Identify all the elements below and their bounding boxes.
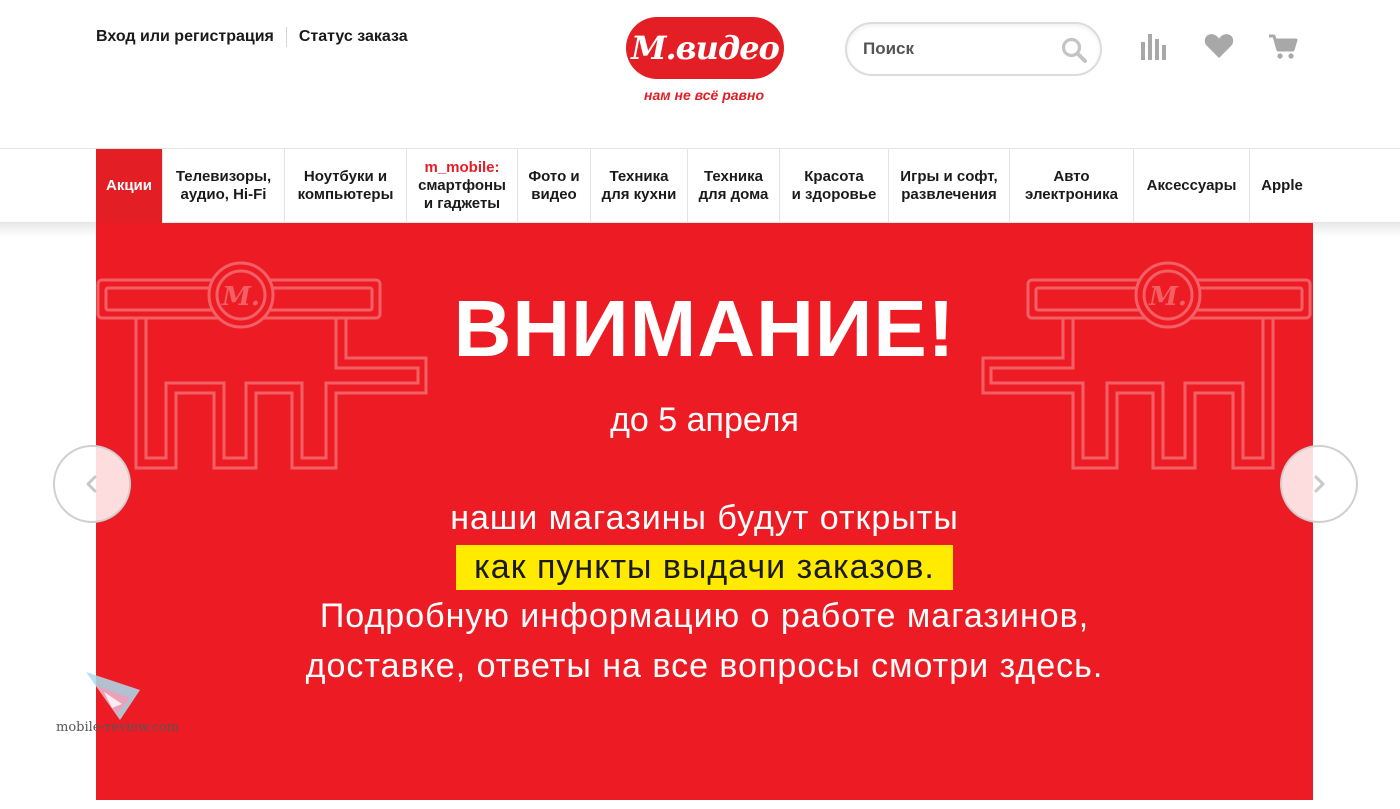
banner-text-line-1: наши магазины будут открыты bbox=[450, 499, 959, 537]
nav-item-accessories[interactable]: Аксессуары bbox=[1134, 149, 1250, 223]
nav-item-apple[interactable]: Apple bbox=[1250, 149, 1314, 223]
nav-item-kitchen[interactable]: Техника для кухни bbox=[591, 149, 688, 223]
banner-text-line-4: доставке, ответы на все вопросы смотри з… bbox=[305, 647, 1104, 685]
category-nav: Акции Телевизоры, аудио, Hi-Fi Ноутбуки … bbox=[0, 148, 1400, 223]
heart-icon[interactable] bbox=[1203, 30, 1235, 62]
nav-item-laptops[interactable]: Ноутбуки и компьютеры bbox=[285, 149, 407, 223]
banner-text-line-3: Подробную информацию о работе магазинов, bbox=[319, 597, 1090, 635]
search-icon[interactable] bbox=[1060, 36, 1088, 64]
site-header: Вход или регистрация Статус заказа М.вид… bbox=[0, 0, 1400, 148]
nav-item-tv-audio[interactable]: Телевизоры, аудио, Hi-Fi bbox=[163, 149, 285, 223]
banner-date: до 5 апреля bbox=[610, 401, 799, 439]
nav-item-m-mobile-brand: m_mobile: bbox=[424, 159, 500, 176]
nav-item-beauty-health[interactable]: Красота и здоровье bbox=[780, 149, 889, 223]
banner-title: ВНИМАНИЕ! bbox=[453, 284, 956, 373]
watermark-text: mobile-review.com bbox=[56, 720, 180, 735]
compare-icon[interactable] bbox=[1138, 30, 1170, 62]
nav-item-home-appliances[interactable]: Техника для дома bbox=[688, 149, 780, 223]
auth-links: Вход или регистрация Статус заказа bbox=[96, 27, 408, 47]
divider bbox=[285, 27, 287, 47]
nav-item-auto-electronics[interactable]: Авто электроника bbox=[1010, 149, 1134, 223]
promo-banner[interactable]: М. М. ВНИМАНИЕ! до 5 апреля наши магазин… bbox=[96, 223, 1313, 800]
nav-item-m-mobile[interactable]: m_mobile: смартфоны и гаджеты bbox=[407, 149, 518, 223]
logo-slogan: нам не всё равно bbox=[644, 87, 764, 103]
chevron-right-icon bbox=[1314, 475, 1325, 493]
nav-item-promotions[interactable]: Акции bbox=[96, 149, 163, 223]
search-input[interactable] bbox=[863, 36, 1053, 62]
cart-icon[interactable] bbox=[1267, 30, 1299, 62]
mvideo-logo[interactable]: М.видео нам не всё равно bbox=[624, 17, 784, 109]
carousel-next-button[interactable] bbox=[1280, 445, 1358, 523]
order-status-link[interactable]: Статус заказа bbox=[299, 28, 408, 46]
carousel-prev-button[interactable] bbox=[53, 445, 131, 523]
nav-item-games-software[interactable]: Игры и софт, развлечения bbox=[889, 149, 1010, 223]
chevron-left-icon bbox=[86, 475, 97, 493]
login-link[interactable]: Вход или регистрация bbox=[96, 28, 274, 46]
logo-badge: М.видео bbox=[626, 17, 784, 79]
banner-highlight: как пункты выдачи заказов. bbox=[456, 545, 953, 590]
banner-highlight-row: как пункты выдачи заказов. bbox=[96, 545, 1313, 590]
search-box bbox=[845, 22, 1102, 76]
nav-item-photo-video[interactable]: Фото и видео bbox=[518, 149, 591, 223]
nav-item-m-mobile-label: смартфоны и гаджеты bbox=[418, 177, 506, 212]
logo-text: М.видео bbox=[631, 29, 780, 67]
